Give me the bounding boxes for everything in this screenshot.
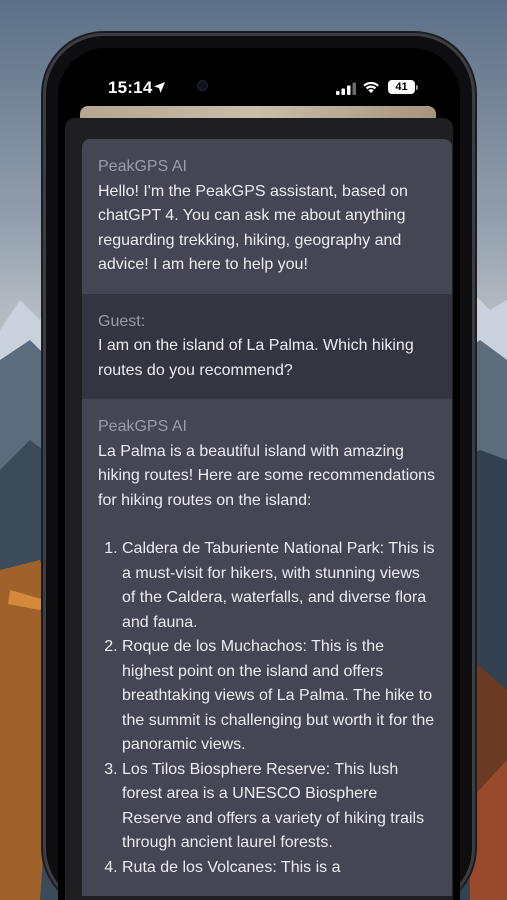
list-item: Los Tilos Biosphere Reserve: This lush f… — [122, 758, 436, 856]
status-time: 15:14 — [108, 78, 153, 97]
chat-sheet[interactable]: PeakGPS AI Hello! I'm the PeakGPS assist… — [65, 118, 453, 900]
recommendation-list: Caldera de Taburiente National Park: Thi… — [98, 537, 436, 880]
battery-indicator: 41 — [388, 80, 415, 94]
phone-screen: 15:14 41 PeakGPS AI Hello! I'm the PeakG… — [58, 48, 460, 900]
message-text: La Palma is a beautiful island with amaz… — [98, 442, 436, 509]
message-sender: PeakGPS AI — [98, 418, 187, 435]
assistant-message: PeakGPS AI Hello! I'm the PeakGPS assist… — [82, 139, 452, 294]
phone-frame: 15:14 41 PeakGPS AI Hello! I'm the PeakG… — [46, 36, 472, 900]
cellular-signal-icon — [336, 82, 356, 95]
list-item: Ruta de los Volcanes: This is a — [122, 856, 436, 881]
user-message: Guest: I am on the island of La Palma. W… — [82, 293, 452, 399]
message-sender: PeakGPS AI — [98, 158, 187, 175]
message-text: I am on the island of La Palma. Which hi… — [98, 337, 414, 379]
chat-thread[interactable]: PeakGPS AI Hello! I'm the PeakGPS assist… — [82, 139, 452, 900]
assistant-message: PeakGPS AI La Palma is a beautiful islan… — [82, 399, 452, 896]
battery-tip — [416, 85, 418, 90]
message-text: Hello! I'm the PeakGPS assistant, based … — [98, 182, 408, 274]
front-camera — [198, 81, 207, 90]
list-item: Roque de los Muchachos: This is the high… — [122, 635, 436, 758]
location-arrow-icon — [154, 82, 165, 93]
wifi-icon — [363, 81, 379, 93]
message-sender: Guest: — [98, 312, 146, 330]
status-bar: 15:14 41 — [58, 48, 460, 108]
list-item: Caldera de Taburiente National Park: Thi… — [122, 537, 436, 635]
